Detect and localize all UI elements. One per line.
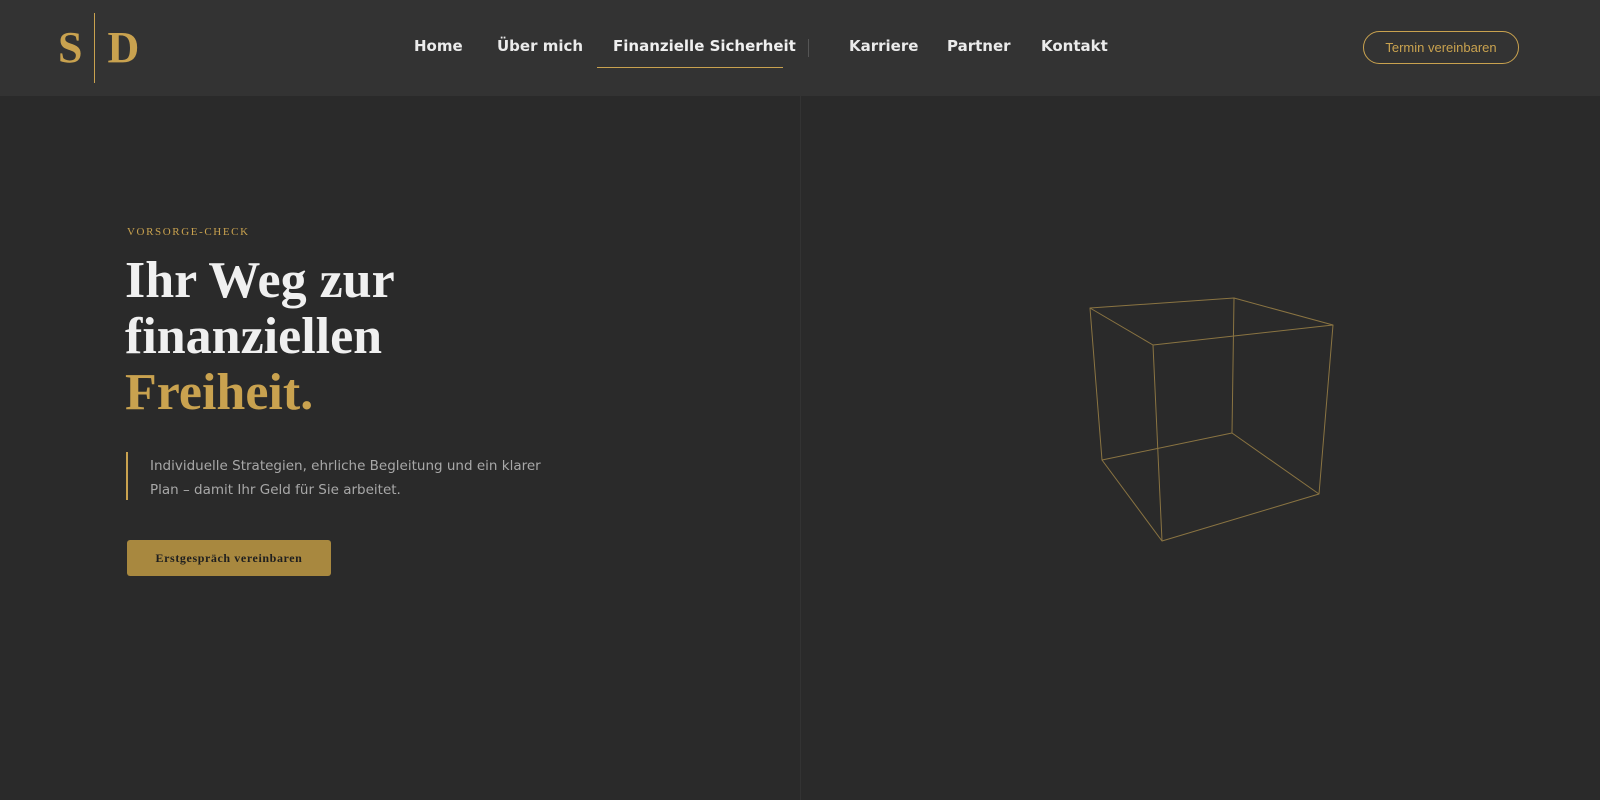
cube-back-face [1089,297,1235,461]
nav-separator [808,39,809,57]
lead-accent-bar [126,452,128,500]
headline-line-1: Ihr Weg zur [125,252,395,309]
cube-edge-top-left [1089,307,1154,346]
cube-edge-bottom-left [1101,459,1163,542]
cube-edge-bottom-right [1231,432,1320,495]
nav-item-home[interactable]: Home [414,37,463,55]
section-divider [800,96,801,800]
hero-lead-text: Individuelle Strategien, ehrliche Beglei… [150,458,541,498]
cube-front-face [1152,324,1334,542]
nav-item-kontakt[interactable]: Kontakt [1041,37,1108,55]
erstgespraech-button[interactable]: Erstgespräch vereinbaren [127,540,331,576]
hero-headline: Ihr Weg zur finanziellen Freiheit. [125,253,685,421]
termin-vereinbaren-button[interactable]: Termin vereinbaren [1363,31,1519,64]
nav-active-underline [597,67,783,68]
headline-line-2: finanziellen [125,308,383,365]
nav-item-finanzielle-sicherheit[interactable]: Finanzielle Sicherheit [613,37,796,55]
nav-item-karriere[interactable]: Karriere [849,37,918,55]
main-nav: Home Über mich Finanzielle Sicherheit Ka… [0,0,1600,96]
nav-item-partner[interactable]: Partner [947,37,1011,55]
nav-item-ueber-mich[interactable]: Über mich [497,37,583,55]
headline-line-accent: Freiheit. [125,364,314,421]
site-header: S D Home Über mich Finanzielle Sicherhei… [0,0,1600,96]
hero-eyebrow: VORSORGE-CHECK [127,226,250,238]
wireframe-cube-icon [1089,297,1334,542]
cube-edge-top-right [1233,297,1334,326]
